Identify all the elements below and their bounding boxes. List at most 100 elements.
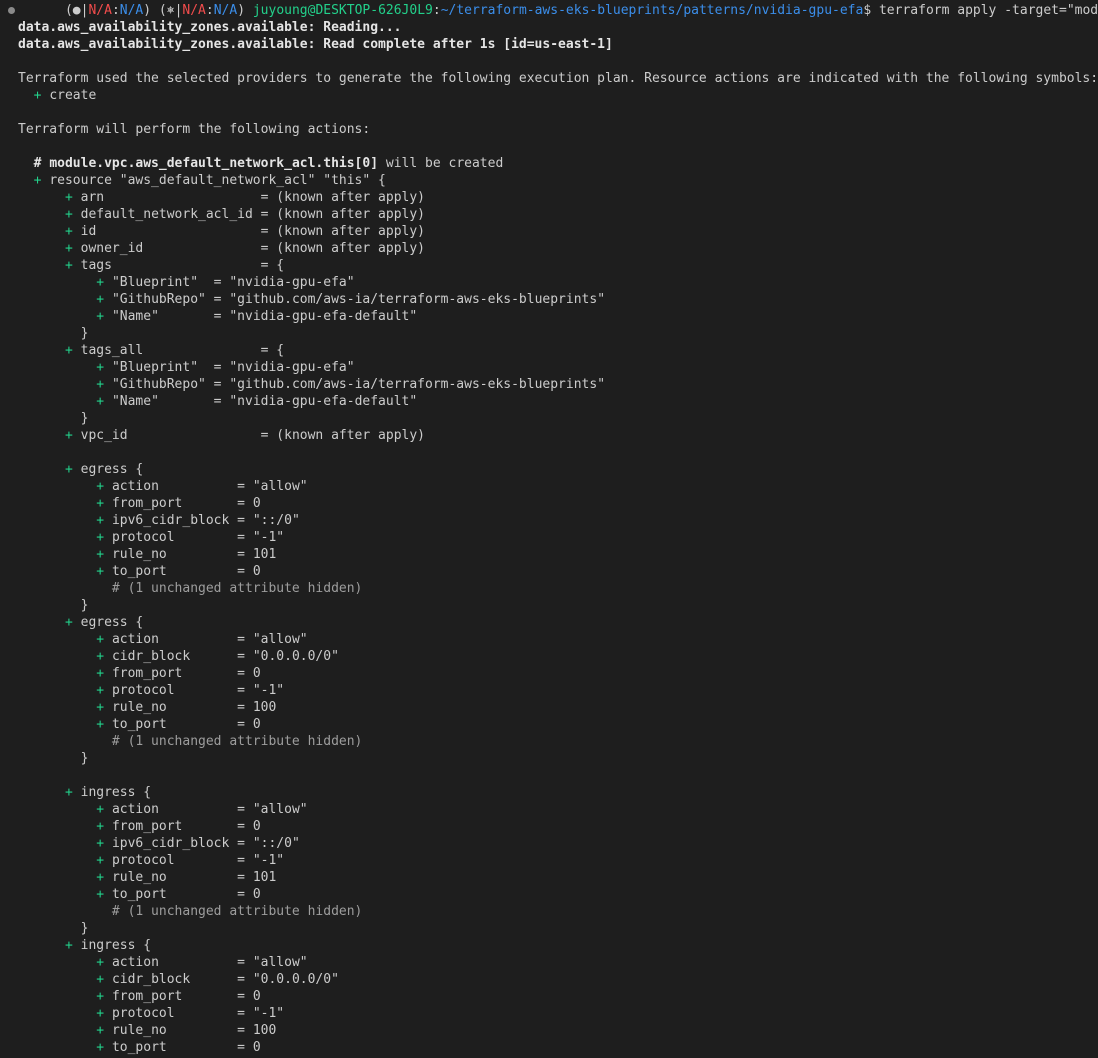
plus-symbol: + — [96, 955, 105, 970]
attr-line: + action = "allow" — [4, 631, 1098, 648]
attr-line: # (1 unchanged attribute hidden) — [4, 903, 1098, 920]
attr-line: + cidr_block = "0.0.0.0/0" — [4, 971, 1098, 988]
attr-line: + from_port = 0 — [4, 665, 1098, 682]
plus-symbol: + — [64, 462, 73, 477]
plus-symbol: + — [64, 428, 73, 443]
tag-githubrepo: "GithubRepo" = "github.com/aws-ia/terraf… — [111, 377, 606, 392]
resource-header: resource "aws_default_network_acl" "this… — [49, 173, 386, 188]
attr-vpc-id: vpc_id = (known after apply) — [80, 428, 425, 443]
ingress-block-open: ingress { — [80, 785, 152, 800]
output-line: Terraform will perform the following act… — [4, 121, 1098, 138]
prompt-env2-a: N/A — [182, 3, 206, 18]
prompt-status-dot[interactable] — [4, 2, 18, 19]
attr-id: id = (known after apply) — [80, 224, 425, 239]
attr-line: + rule_no = 101 — [4, 869, 1098, 886]
plus-symbol: + — [96, 496, 105, 511]
attr-ipv6-cidr-block: ipv6_cidr_block = "::/0" — [111, 513, 300, 528]
attr-line: + to_port = 0 — [4, 716, 1098, 733]
aws-marker-icon: ● — [72, 3, 81, 18]
prompt-path: ~/terraform-aws-eks-blueprints/patterns/… — [440, 3, 864, 18]
plus-symbol: + — [64, 785, 73, 800]
attr-to-port: to_port = 0 — [111, 1040, 261, 1055]
hidden-attr-note: # (1 unchanged attribute hidden) — [111, 904, 363, 919]
plus-symbol: + — [96, 360, 105, 375]
attr-rule-no: rule_no = 100 — [111, 700, 277, 715]
attr-cidr-block: cidr_block = "0.0.0.0/0" — [111, 972, 339, 987]
attr-line: + from_port = 0 — [4, 988, 1098, 1005]
attr-line: } — [4, 920, 1098, 937]
plus-symbol: + — [64, 258, 73, 273]
plus-symbol: + — [96, 309, 105, 324]
attr-to-port: to_port = 0 — [111, 564, 261, 579]
plus-symbol: + — [96, 666, 105, 681]
plus-symbol: + — [33, 88, 42, 103]
attr-line: + id = (known after apply) — [4, 223, 1098, 240]
create-symbol-label: create — [49, 88, 97, 103]
attr-line: + protocol = "-1" — [4, 529, 1098, 546]
attr-action: action = "allow" — [111, 802, 308, 817]
prompt-env2-close: ) — [237, 3, 246, 18]
prompt-env1-close: ) — [143, 3, 152, 18]
attr-line: } — [4, 597, 1098, 614]
hidden-attr-note: # (1 unchanged attribute hidden) — [111, 581, 363, 596]
block-line: + egress { — [4, 461, 1098, 478]
prompt-user-host: juyoung@DESKTOP-626J0L9 — [252, 3, 433, 18]
prompt-env2-b: N/A — [213, 3, 238, 18]
block-line: + ingress { — [4, 937, 1098, 954]
plus-symbol: + — [96, 479, 105, 494]
tag-name: "Name" = "nvidia-gpu-efa-default" — [111, 309, 418, 324]
actions-heading: Terraform will perform the following act… — [18, 122, 371, 137]
plus-symbol: + — [96, 649, 105, 664]
prompt-env1-a: N/A — [88, 3, 112, 18]
plus-symbol: + — [64, 615, 73, 630]
plus-symbol: + — [96, 292, 105, 307]
plus-symbol: + — [96, 377, 105, 392]
attr-line: } — [4, 325, 1098, 342]
attr-protocol: protocol = "-1" — [111, 530, 285, 545]
attr-to-port: to_port = 0 — [111, 717, 261, 732]
attr-line: + ipv6_cidr_block = "::/0" — [4, 835, 1098, 852]
attr-line: + "Blueprint" = "nvidia-gpu-efa" — [4, 359, 1098, 376]
attr-tags: tags = { — [80, 258, 285, 273]
plus-symbol: + — [64, 224, 73, 239]
attr-ipv6-cidr-block: ipv6_cidr_block = "::/0" — [111, 836, 300, 851]
attr-to-port: to_port = 0 — [111, 887, 261, 902]
plus-symbol: + — [96, 853, 105, 868]
plus-symbol: + — [96, 972, 105, 987]
attr-line: + from_port = 0 — [4, 495, 1098, 512]
attr-line: + rule_no = 100 — [4, 699, 1098, 716]
attr-rule-no: rule_no = 101 — [111, 870, 277, 885]
attr-line: + tags_all = { — [4, 342, 1098, 359]
plus-symbol: + — [64, 343, 73, 358]
plus-symbol: + — [96, 394, 105, 409]
plus-symbol: + — [96, 1023, 105, 1038]
plus-symbol: + — [96, 513, 105, 528]
terminal-output[interactable]: (●|N/A:N/A) (⎈|N/A:N/A) juyoung@DESKTOP-… — [0, 0, 1098, 1058]
prompt-command[interactable]: terraform apply -target="module.vpc" -au… — [879, 3, 1098, 18]
attr-line: # (1 unchanged attribute hidden) — [4, 733, 1098, 750]
plus-symbol: + — [96, 870, 105, 885]
prompt-env1-colon: : — [111, 3, 120, 18]
plus-symbol: + — [96, 717, 105, 732]
close-brace: } — [80, 921, 89, 936]
output-line: Terraform used the selected providers to… — [4, 70, 1098, 87]
output-line: + create — [4, 87, 1098, 104]
block-line: + egress { — [4, 614, 1098, 631]
attr-line: + vpc_id = (known after apply) — [4, 427, 1098, 444]
ingress-block-open: ingress { — [80, 938, 152, 953]
prompt-env1-b: N/A — [119, 3, 144, 18]
attr-line: # (1 unchanged attribute hidden) — [4, 580, 1098, 597]
attr-line: + arn = (known after apply) — [4, 189, 1098, 206]
attr-default-nacl-id: default_network_acl_id = (known after ap… — [80, 207, 425, 222]
attr-line: + rule_no = 101 — [4, 546, 1098, 563]
attr-line: + "GithubRepo" = "github.com/aws-ia/terr… — [4, 291, 1098, 308]
close-brace: } — [80, 598, 89, 613]
read-complete-line: data.aws_availability_zones.available: R… — [18, 37, 613, 52]
prompt-env1-open: ( — [64, 3, 73, 18]
plus-symbol: + — [96, 836, 105, 851]
resource-address: module.vpc.aws_default_network_acl.this[… — [49, 156, 379, 171]
tag-blueprint: "Blueprint" = "nvidia-gpu-efa" — [111, 360, 355, 375]
prompt-colon: : — [432, 3, 441, 18]
